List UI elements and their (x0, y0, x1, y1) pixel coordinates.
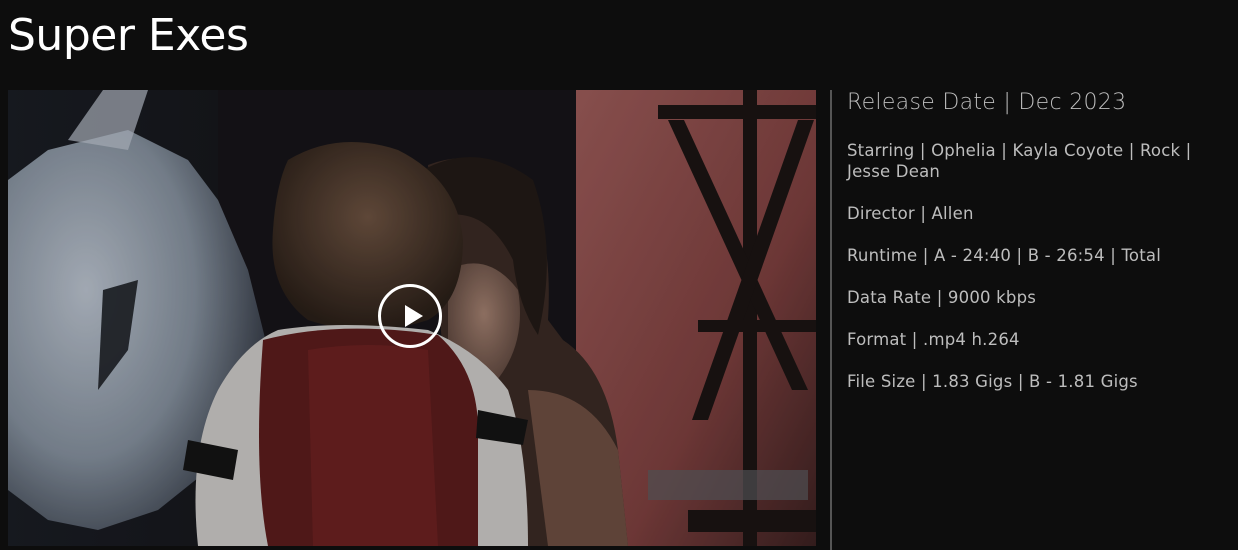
data-rate: Data Rate | 9000 kbps (847, 288, 1037, 307)
director: Director | Allen (847, 204, 974, 223)
movie-details-panel: Release Date | Dec 2023 Starring | Ophel… (847, 88, 1232, 413)
starring: Starring | Ophelia | Kayla Coyote | Rock… (847, 141, 1192, 181)
release-date: Release Date | Dec 2023 (847, 90, 1127, 115)
file-size: File Size | 1.83 Gigs | B - 1.81 Gigs (847, 372, 1138, 391)
page-title: Super Exes (8, 10, 249, 61)
play-button[interactable] (378, 284, 442, 348)
runtime: Runtime | A - 24:40 | B - 26:54 | Total (847, 246, 1161, 265)
format: Format | .mp4 h.264 (847, 330, 1020, 349)
video-player[interactable] (8, 90, 816, 546)
play-icon (405, 305, 423, 327)
divider (830, 90, 832, 550)
